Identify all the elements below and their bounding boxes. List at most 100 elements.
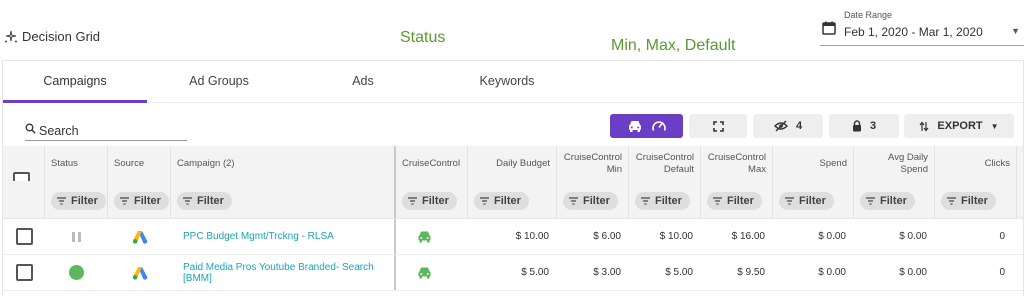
cc-default-cell: $ 10.00 bbox=[659, 231, 693, 242]
cc-max-filter-button[interactable]: Filter bbox=[707, 192, 762, 210]
filter-cell-cc-default: Filter bbox=[629, 181, 701, 218]
tab-keywords[interactable]: Keywords bbox=[435, 61, 579, 103]
tab-campaigns[interactable]: Campaigns bbox=[3, 61, 147, 103]
campaign-cell: Paid Media Pros Youtube Branded- Search … bbox=[171, 255, 396, 290]
date-range-picker[interactable]: Date Range Feb 1, 2020 - Mar 1, 2020 ▼ bbox=[820, 9, 1024, 46]
column-header-cruisecontrol[interactable]: CruiseControl bbox=[396, 146, 468, 181]
daily-budget-cell: $ 10.00 bbox=[515, 231, 549, 242]
paused-status-icon[interactable] bbox=[72, 231, 81, 242]
campaign-link[interactable]: PPC Budget Mgmt/Trckng - RLSA bbox=[171, 231, 334, 242]
google-ads-icon bbox=[132, 230, 147, 244]
filter-icon bbox=[183, 197, 192, 205]
clicks-cell: 0 bbox=[999, 267, 1005, 278]
filter-label: Filter bbox=[727, 195, 754, 207]
cc-min-filter-button[interactable]: Filter bbox=[563, 192, 618, 210]
column-header-campaign[interactable]: Campaign (2) bbox=[171, 146, 396, 181]
filter-icon bbox=[480, 197, 489, 205]
filter-label: Filter bbox=[71, 195, 98, 207]
date-range-label: Date Range bbox=[844, 10, 893, 20]
column-header-spend[interactable]: Spend bbox=[773, 146, 854, 181]
active-status-icon[interactable] bbox=[69, 265, 84, 280]
column-header-cc-default[interactable]: CruiseControl Default bbox=[629, 146, 701, 181]
car-icon[interactable] bbox=[417, 230, 432, 243]
spend-cell: $ 0.00 bbox=[818, 267, 846, 278]
cc-min-cell: $ 6.00 bbox=[593, 231, 621, 242]
cruise-control-view-button[interactable] bbox=[610, 114, 683, 138]
app-header: Decision Grid Date Range Feb 1, 2020 - M… bbox=[0, 0, 1028, 60]
status-cell bbox=[45, 219, 108, 254]
speedometer-icon bbox=[651, 121, 666, 131]
search-box[interactable] bbox=[25, 121, 187, 141]
row-select-cell bbox=[3, 255, 45, 290]
filter-cell-cruisecontrol: Filter bbox=[396, 181, 468, 218]
lock-icon bbox=[852, 120, 861, 132]
tab-ad-groups[interactable]: Ad Groups bbox=[147, 61, 291, 103]
filter-label: Filter bbox=[961, 195, 988, 207]
grid-card: Campaigns Ad Groups Ads Keywords Search … bbox=[2, 60, 1024, 296]
filter-cell-avg-daily-spend: Filter bbox=[854, 181, 935, 218]
cc-min-cell: $ 3.00 bbox=[593, 267, 621, 278]
fullscreen-icon bbox=[712, 120, 724, 132]
hidden-columns-button[interactable]: 4 bbox=[753, 114, 823, 138]
source-filter-button[interactable]: Filter bbox=[114, 192, 169, 210]
filter-icon bbox=[641, 197, 650, 205]
cc-default-filter-button[interactable]: Filter bbox=[635, 192, 690, 210]
export-button[interactable]: EXPORT ▼ bbox=[904, 114, 1014, 138]
search-input[interactable] bbox=[39, 122, 185, 139]
row-checkbox[interactable] bbox=[15, 228, 33, 245]
sparkle-icon bbox=[5, 30, 17, 42]
car-icon[interactable] bbox=[417, 266, 432, 279]
grid-filter-row: Filter Filter Filter Filter Filter Filte… bbox=[3, 181, 1023, 219]
app-title-group: Decision Grid bbox=[4, 29, 100, 44]
column-header-cc-min[interactable]: CruiseControl Min bbox=[557, 146, 629, 181]
google-ads-icon bbox=[132, 266, 147, 280]
date-range-value: Feb 1, 2020 - Mar 1, 2020 bbox=[844, 25, 983, 39]
column-header-daily-budget[interactable]: Daily Budget bbox=[468, 146, 557, 181]
chevron-down-icon: ▼ bbox=[990, 121, 999, 131]
daily-budget-filter-button[interactable]: Filter bbox=[474, 192, 529, 210]
column-header-status[interactable]: Status bbox=[45, 146, 108, 181]
cruisecontrol-filter-button[interactable]: Filter bbox=[402, 192, 457, 210]
filter-cell-cc-max: Filter bbox=[701, 181, 773, 218]
cruisecontrol-cell bbox=[396, 255, 468, 290]
column-header-clicks[interactable]: Clicks bbox=[935, 146, 1017, 181]
source-cell bbox=[108, 255, 171, 290]
table-row[interactable]: PPC Budget Mgmt/Trckng - RLSA $ 10.00 $ … bbox=[3, 219, 1023, 255]
filter-cell-campaign: Filter bbox=[171, 181, 396, 218]
select-all-header bbox=[3, 146, 45, 189]
filter-cell-spend: Filter bbox=[773, 181, 854, 218]
status-filter-button[interactable]: Filter bbox=[51, 192, 106, 210]
active-tab-indicator bbox=[3, 100, 147, 103]
column-header-avg-daily-spend[interactable]: Avg Daily Spend bbox=[854, 146, 935, 181]
filter-label: Filter bbox=[494, 195, 521, 207]
spend-cell: $ 0.00 bbox=[818, 231, 846, 242]
car-icon bbox=[628, 121, 641, 132]
spend-filter-button[interactable]: Filter bbox=[779, 192, 834, 210]
filter-label: Filter bbox=[655, 195, 682, 207]
filter-icon bbox=[408, 197, 417, 205]
column-header-cc-max[interactable]: CruiseControl Max bbox=[701, 146, 773, 181]
hidden-columns-count: 4 bbox=[795, 120, 803, 132]
filter-cell-clicks: Filter bbox=[935, 181, 1017, 218]
row-checkbox[interactable] bbox=[15, 264, 33, 281]
campaign-link[interactable]: Paid Media Pros Youtube Branded- Search … bbox=[171, 262, 376, 284]
avg-daily-spend-filter-button[interactable]: Filter bbox=[860, 192, 915, 210]
table-row[interactable]: Paid Media Pros Youtube Branded- Search … bbox=[3, 255, 1023, 291]
fullscreen-button[interactable] bbox=[689, 114, 747, 138]
row-select-cell bbox=[3, 219, 45, 254]
avg-daily-spend-cell: $ 0.00 bbox=[899, 231, 927, 242]
status-annotation: Status bbox=[400, 29, 446, 46]
locked-columns-button[interactable]: 3 bbox=[829, 114, 899, 138]
clicks-cell: 0 bbox=[999, 231, 1005, 242]
column-header-source[interactable]: Source bbox=[108, 146, 171, 181]
cc-default-cell: $ 5.00 bbox=[665, 267, 693, 278]
page-title: Decision Grid bbox=[22, 29, 101, 44]
filter-cell-source: Filter bbox=[108, 181, 171, 218]
campaign-filter-button[interactable]: Filter bbox=[177, 192, 232, 210]
campaign-cell: PPC Budget Mgmt/Trckng - RLSA bbox=[171, 219, 396, 254]
clicks-filter-button[interactable]: Filter bbox=[941, 192, 996, 210]
locked-columns-count: 3 bbox=[869, 120, 877, 132]
search-icon bbox=[25, 123, 36, 134]
cruisecontrol-cell bbox=[396, 219, 468, 254]
tab-ads[interactable]: Ads bbox=[291, 61, 435, 103]
